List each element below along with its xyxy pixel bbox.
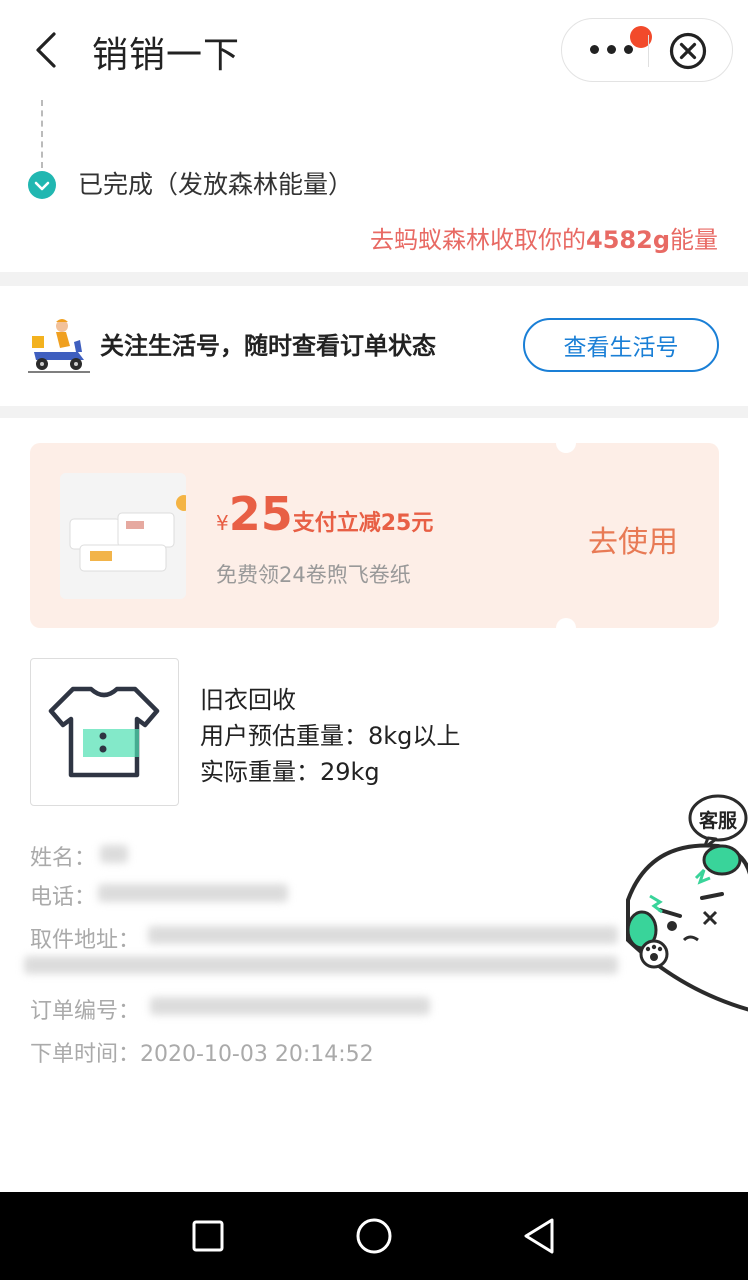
coupon-notch: [556, 433, 576, 453]
redacted-order-number: [150, 997, 430, 1015]
order-status: 已完成（发放森林能量）: [78, 170, 354, 199]
redacted-name: [100, 845, 128, 863]
estimated-weight: 用户预估重量：8kg以上: [200, 722, 461, 750]
recent-apps-icon: [192, 1220, 224, 1252]
item-title: 旧衣回收: [200, 686, 296, 714]
chevron-left-icon: [36, 32, 56, 68]
more-button[interactable]: [578, 19, 652, 81]
forest-amount: 4582g: [586, 226, 670, 254]
back-button[interactable]: [28, 28, 68, 72]
redacted-address: [148, 926, 618, 944]
forest-energy-link[interactable]: 去蚂蚁森林收取你的4582g能量: [370, 220, 718, 255]
check-icon: [28, 171, 56, 199]
redacted-address-line2: [24, 956, 618, 974]
capsule-divider: [648, 35, 649, 67]
delivery-scooter-icon: [28, 319, 90, 373]
order-time-label-text: 下单时间：: [30, 1042, 141, 1067]
more-dots-icon: [590, 45, 634, 55]
phone-label: 电话：: [30, 885, 97, 910]
back-triangle-icon: [524, 1218, 554, 1254]
coupon-notch: [556, 618, 576, 638]
tissue-product-image: [60, 473, 186, 599]
customer-service-mascot[interactable]: 客服: [620, 790, 748, 1020]
close-button[interactable]: [668, 31, 708, 71]
section-divider: [0, 406, 748, 418]
system-nav-bar: [0, 1192, 748, 1280]
order-number-label: 订单编号：: [30, 999, 141, 1024]
coupon-subtitle: 免费领24卷煦飞卷纸: [216, 563, 411, 587]
recent-apps-button[interactable]: [186, 1214, 230, 1258]
forest-prefix: 去蚂蚁森林收取你的: [370, 226, 587, 254]
home-button[interactable]: [352, 1214, 396, 1258]
customer-service-label: 客服: [699, 809, 738, 832]
mini-program-capsule: [561, 18, 733, 82]
coupon-card[interactable]: ¥25支付立减25元 免费领24卷煦飞卷纸 去使用: [30, 433, 719, 638]
redacted-phone: [98, 884, 288, 902]
page-title: 销销一下: [92, 35, 241, 76]
actual-weight: 实际重量：29kg: [200, 758, 380, 786]
coupon-description: 支付立减25元: [292, 511, 434, 536]
timeline-line: [41, 100, 43, 168]
coupon-value: 25: [228, 487, 293, 541]
order-time-label: 下单时间：2020-10-03 20:14:52: [30, 1036, 374, 1068]
nav-back-button[interactable]: [518, 1214, 562, 1258]
address-label: 取件地址：: [30, 928, 141, 953]
use-coupon-button[interactable]: 去使用: [588, 517, 678, 561]
order-time-value: 2020-10-03 20:14:52: [140, 1042, 374, 1067]
tshirt-icon: [30, 658, 179, 806]
name-label: 姓名：: [30, 846, 97, 871]
app-header: 销销一下: [0, 0, 748, 100]
close-circle-icon: [669, 32, 707, 70]
view-life-account-button[interactable]: 查看生活号: [523, 318, 719, 372]
life-account-card: 关注生活号，随时查看订单状态 查看生活号: [0, 286, 748, 406]
section-divider: [0, 272, 748, 286]
currency-symbol: ¥: [216, 511, 229, 535]
coupon-amount: ¥25支付立减25元: [216, 487, 433, 541]
home-icon: [356, 1218, 392, 1254]
life-account-text: 关注生活号，随时查看订单状态: [100, 332, 436, 360]
forest-suffix: 能量: [670, 226, 718, 254]
